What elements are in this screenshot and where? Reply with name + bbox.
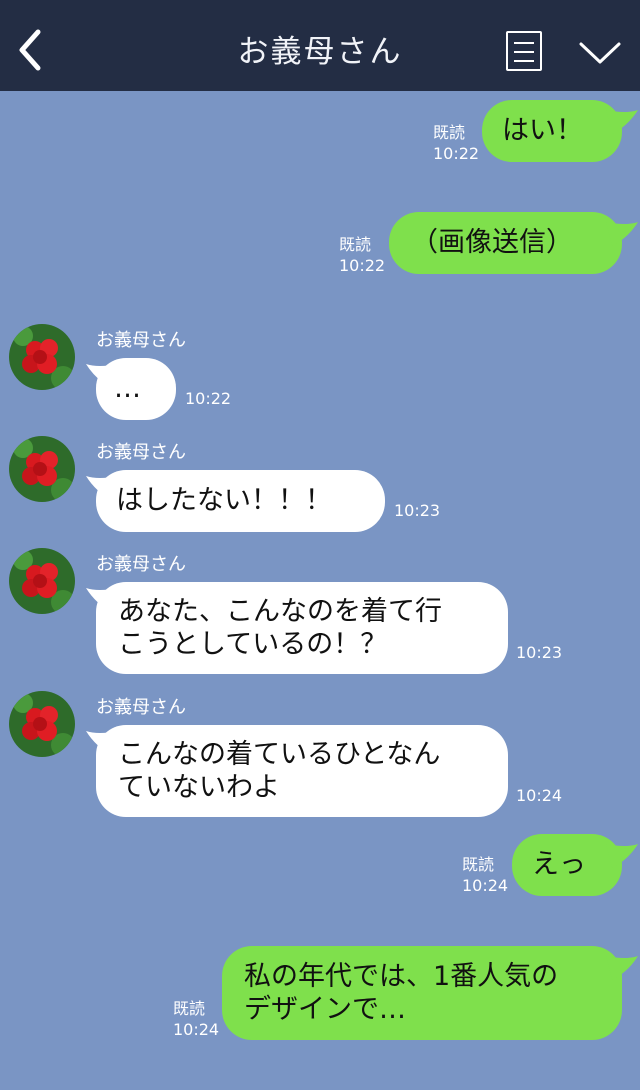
message-row: （画像送信） 既読 10:22 bbox=[0, 212, 640, 276]
message-time: 10:22 bbox=[185, 389, 232, 408]
message-text-line: デザインで… bbox=[244, 994, 406, 1025]
message-bubble[interactable]: あなた、こんなのを着て行 こうとしているの！？ bbox=[96, 582, 508, 674]
sender-name: お義母さん bbox=[96, 554, 186, 575]
avatar[interactable] bbox=[9, 436, 75, 502]
read-receipt: 既読 bbox=[173, 999, 206, 1018]
message-bubble[interactable]: … bbox=[96, 358, 176, 420]
bubble-tail bbox=[606, 844, 638, 868]
read-receipt: 既読 bbox=[462, 855, 495, 874]
bubble-tail bbox=[606, 956, 638, 980]
read-receipt: 既読 bbox=[339, 235, 372, 254]
message-meta: 既読 10:24 bbox=[173, 998, 219, 1040]
message-bubble[interactable]: （画像送信） bbox=[389, 212, 622, 274]
message-row: お義母さん はしたない！！！ 10:23 bbox=[0, 436, 640, 536]
message-time: 10:24 bbox=[516, 786, 563, 805]
sender-name: お義母さん bbox=[96, 697, 186, 718]
message-text-line: あなた、こんなのを着て行 bbox=[118, 596, 442, 627]
message-time: 10:24 bbox=[173, 1020, 220, 1039]
message-text: （画像送信） bbox=[411, 227, 573, 258]
message-bubble[interactable]: こんなの着ているひとなん ていないわよ bbox=[96, 725, 508, 817]
message-meta: 既読 10:22 bbox=[433, 122, 479, 164]
chat-title: お義母さん bbox=[237, 34, 403, 70]
menu-icon[interactable] bbox=[506, 31, 542, 71]
message-text-line: こうとしているの！？ bbox=[118, 629, 388, 660]
message-row: えっ 既読 10:24 bbox=[0, 834, 640, 896]
message-bubble[interactable]: 私の年代では、1番人気の デザインで… bbox=[222, 946, 622, 1040]
avatar[interactable] bbox=[9, 548, 75, 614]
message-time: 10:22 bbox=[339, 256, 386, 275]
message-text: えっ bbox=[532, 849, 586, 880]
message-row: お義母さん … 10:22 bbox=[0, 324, 640, 424]
sender-name: お義母さん bbox=[96, 442, 186, 463]
message-time: 10:23 bbox=[516, 643, 563, 662]
message-meta: 既読 10:22 bbox=[339, 234, 385, 276]
message-time: 10:24 bbox=[462, 876, 509, 895]
message-meta: 既読 10:24 bbox=[462, 854, 508, 896]
message-bubble[interactable]: はい！ bbox=[482, 100, 622, 162]
message-text-line: ていないわよ bbox=[118, 772, 280, 803]
avatar-flower-icon bbox=[9, 548, 75, 614]
chat-header: お義母さん bbox=[0, 0, 640, 91]
message-row: はい！ 既読 10:22 bbox=[0, 100, 640, 164]
avatar[interactable] bbox=[9, 691, 75, 757]
avatar[interactable] bbox=[9, 324, 75, 390]
message-time: 10:22 bbox=[433, 144, 480, 163]
message-text: … bbox=[114, 373, 141, 404]
avatar-flower-icon bbox=[9, 324, 75, 390]
read-receipt: 既読 bbox=[433, 123, 466, 142]
message-row: お義母さん あなた、こんなのを着て行 こうとしているの！？ 10:23 bbox=[0, 548, 640, 678]
message-row: お義母さん こんなの着ているひとなん ていないわよ 10:24 bbox=[0, 691, 640, 821]
sender-name: お義母さん bbox=[96, 330, 186, 351]
message-text: はしたない！！！ bbox=[116, 485, 332, 516]
message-time: 10:23 bbox=[394, 501, 441, 520]
message-text-line: 私の年代では、1番人気の bbox=[244, 961, 559, 992]
bubble-tail bbox=[606, 222, 638, 246]
avatar-flower-icon bbox=[9, 691, 75, 757]
message-bubble[interactable]: はしたない！！！ bbox=[96, 470, 385, 532]
chevron-down-icon[interactable] bbox=[578, 40, 622, 66]
message-row: 私の年代では、1番人気の デザインで… 既読 10:24 bbox=[0, 946, 640, 1040]
avatar-flower-icon bbox=[9, 436, 75, 502]
bubble-tail bbox=[606, 110, 638, 134]
message-text-line: こんなの着ているひとなん bbox=[118, 739, 441, 770]
message-text: はい！ bbox=[502, 115, 583, 146]
